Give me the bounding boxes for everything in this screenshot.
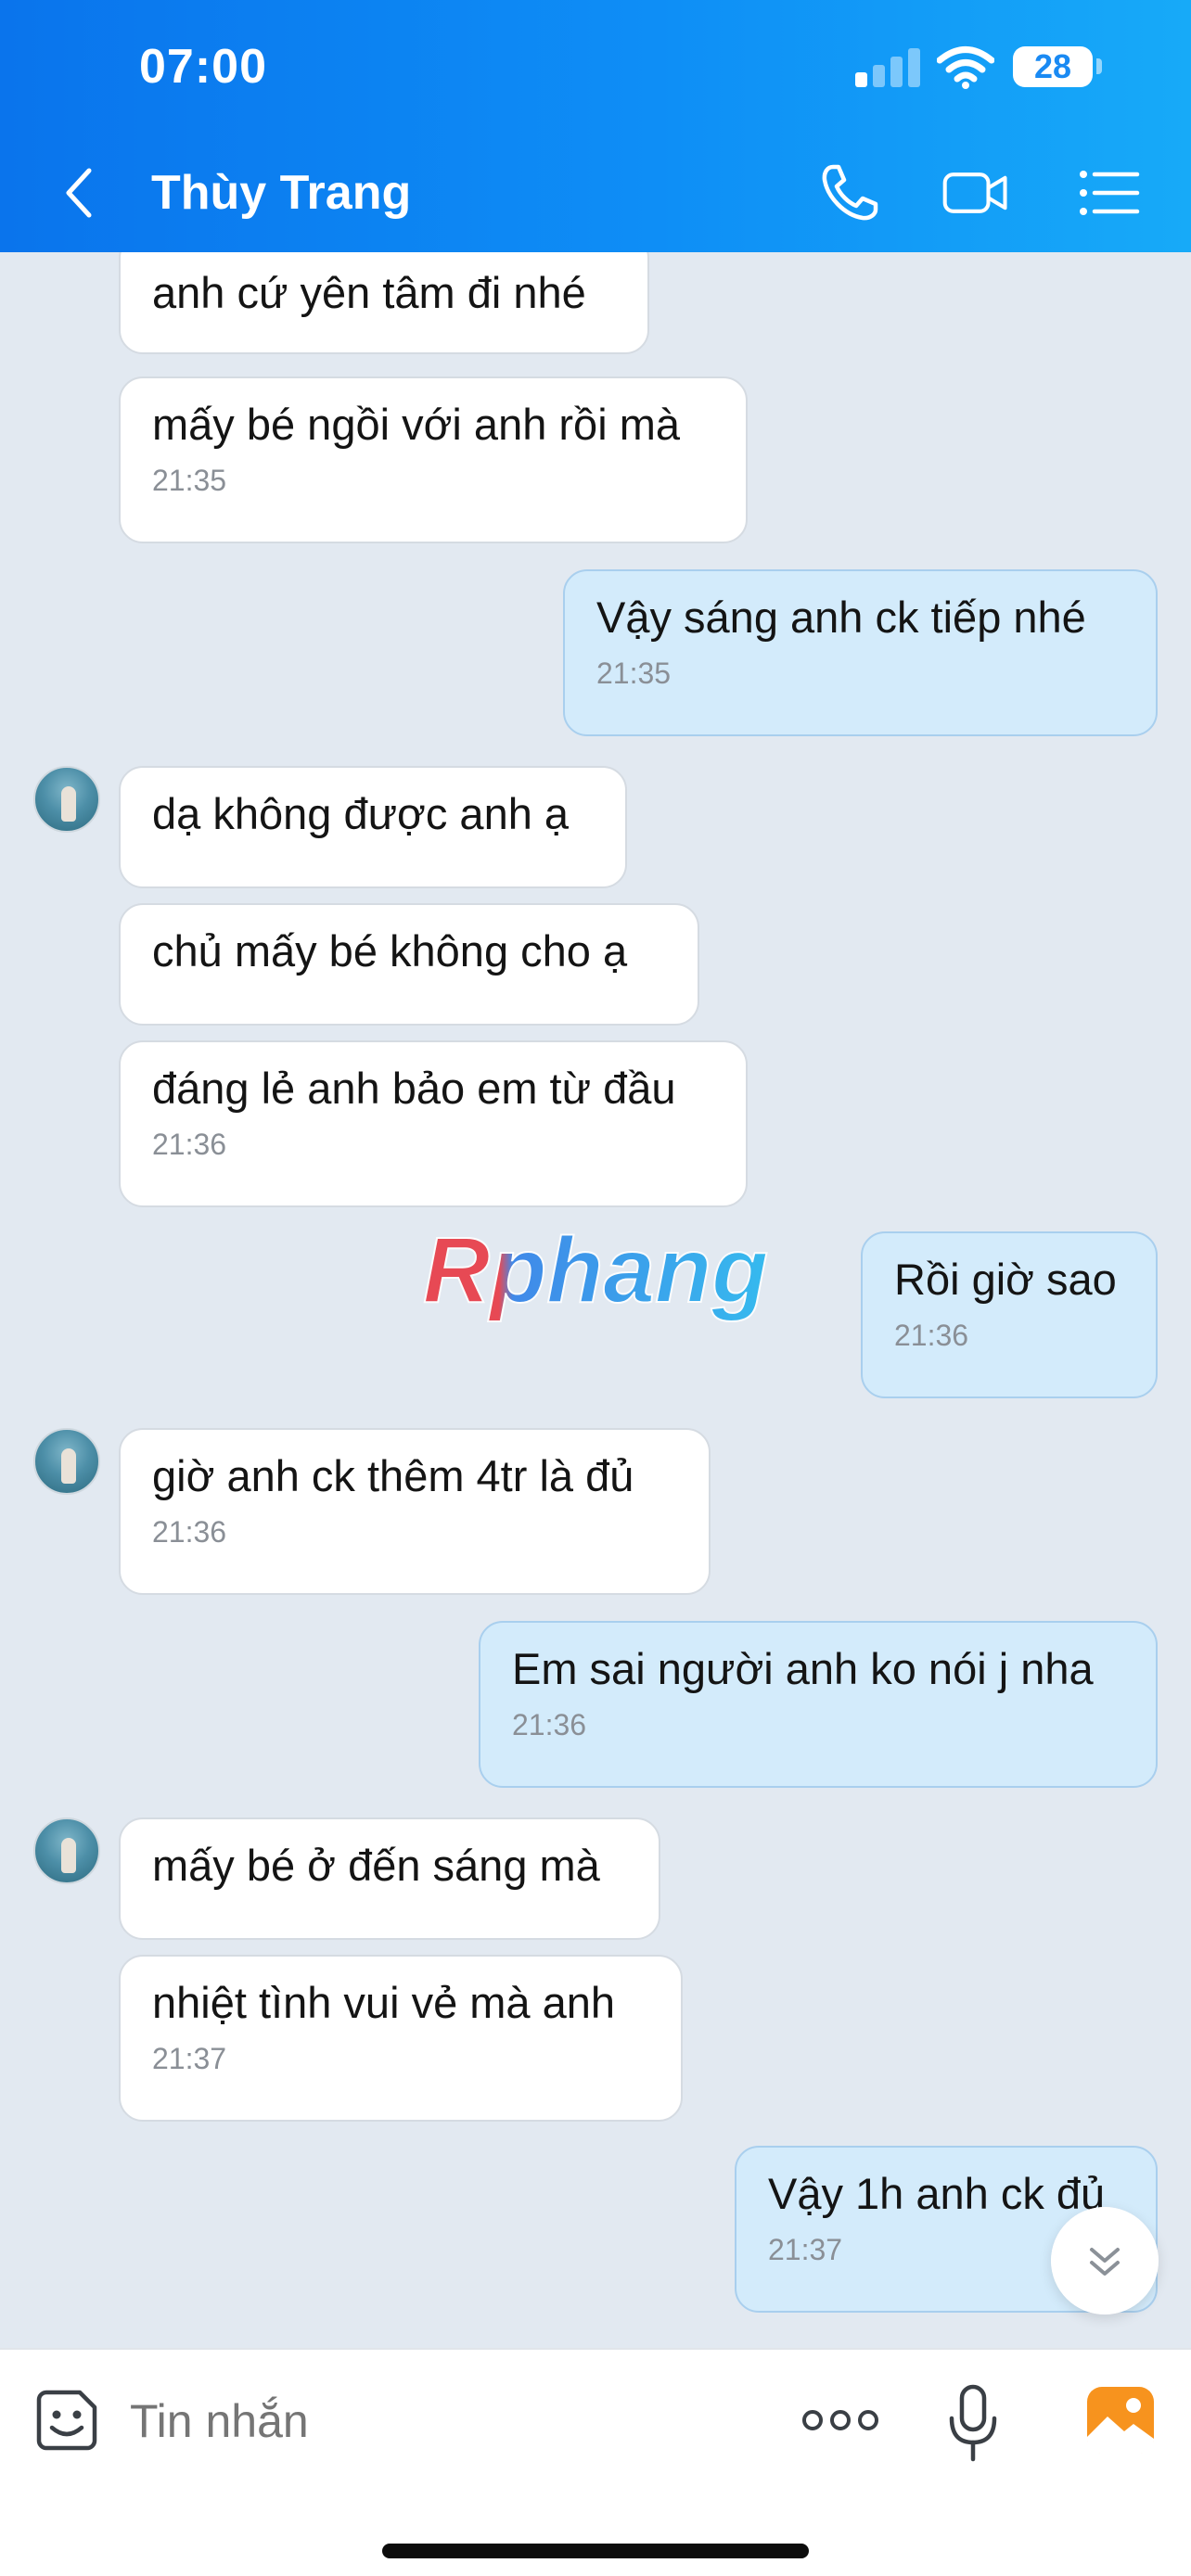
message-outgoing[interactable]: Vậy sáng anh ck tiếp nhé 21:35 [563,569,1158,736]
list-icon[interactable] [1076,159,1143,226]
sticker-icon[interactable] [33,2387,100,2454]
battery-level: 28 [1013,46,1093,87]
message-composer [0,2348,1191,2576]
status-time: 07:00 [139,40,267,94]
microphone-icon[interactable] [944,2383,1002,2463]
chat-header: 07:00 28 Thùy Trang [0,0,1191,252]
back-icon[interactable] [58,165,104,221]
message-incoming[interactable]: mấy bé ngồi với anh rồi mà 21:35 [119,376,748,543]
message-outgoing[interactable]: Em sai người anh ko nói j nha 21:36 [479,1621,1158,1788]
home-indicator [382,2544,809,2558]
cellular-signal-icon [855,46,920,87]
message-incoming[interactable]: nhiệt tình vui vẻ mà anh 21:37 [119,1955,683,2122]
svg-text:Rphang: Rphang [423,1218,768,1322]
battery-tip [1096,58,1102,74]
message-text: anh cứ yên tâm đi nhé [152,268,586,317]
wifi-icon [937,46,994,89]
message-time: 21:36 [894,1319,969,1352]
message-input[interactable] [130,2387,742,2455]
message-text: nhiệt tình vui vẻ mà anh [152,1978,616,2027]
message-text: mấy bé ngồi với anh rồi mà [152,400,680,449]
message-incoming[interactable]: chủ mấy bé không cho ạ [119,903,699,1026]
avatar[interactable] [33,1817,100,1884]
phone-icon[interactable] [816,159,883,226]
message-text: chủ mấy bé không cho ạ [152,926,628,976]
message-incoming[interactable]: đáng lẻ anh bảo em từ đầu 21:36 [119,1040,748,1207]
message-time: 21:37 [152,2042,227,2075]
message-text: Vậy sáng anh ck tiếp nhé [596,593,1086,642]
message-text: Rồi giờ sao [894,1255,1117,1304]
message-time: 21:36 [152,1515,227,1549]
contact-name[interactable]: Thùy Trang [151,165,411,221]
watermark-logo: Rphang [422,1218,769,1323]
message-outgoing[interactable]: Rồi giờ sao 21:36 [861,1231,1158,1398]
message-incoming[interactable]: giờ anh ck thêm 4tr là đủ 21:36 [119,1428,711,1595]
image-icon[interactable] [1085,2385,1156,2455]
message-incoming[interactable]: anh cứ yên tâm đi nhé [119,252,649,354]
double-chevron-down-icon[interactable] [1051,2207,1159,2315]
message-incoming[interactable]: dạ không được anh ạ [119,766,627,888]
message-text: giờ anh ck thêm 4tr là đủ [152,1451,634,1500]
message-time: 21:36 [152,1128,227,1161]
message-text: đáng lẻ anh bảo em từ đầu [152,1064,676,1113]
message-incoming[interactable]: mấy bé ở đến sáng mà [119,1817,660,1940]
more-dots-icon[interactable] [801,2402,879,2439]
message-time: 21:35 [152,464,227,497]
message-text: mấy bé ở đến sáng mà [152,1841,600,1890]
avatar[interactable] [33,1428,100,1495]
message-text: Em sai người anh ko nói j nha [512,1644,1094,1693]
video-camera-icon[interactable] [942,159,1009,226]
message-time: 21:35 [596,657,672,690]
message-text: Vậy 1h anh ck đủ [768,2169,1106,2218]
message-text: dạ không được anh ạ [152,789,570,838]
message-time: 21:36 [512,1708,587,1741]
avatar[interactable] [33,766,100,833]
